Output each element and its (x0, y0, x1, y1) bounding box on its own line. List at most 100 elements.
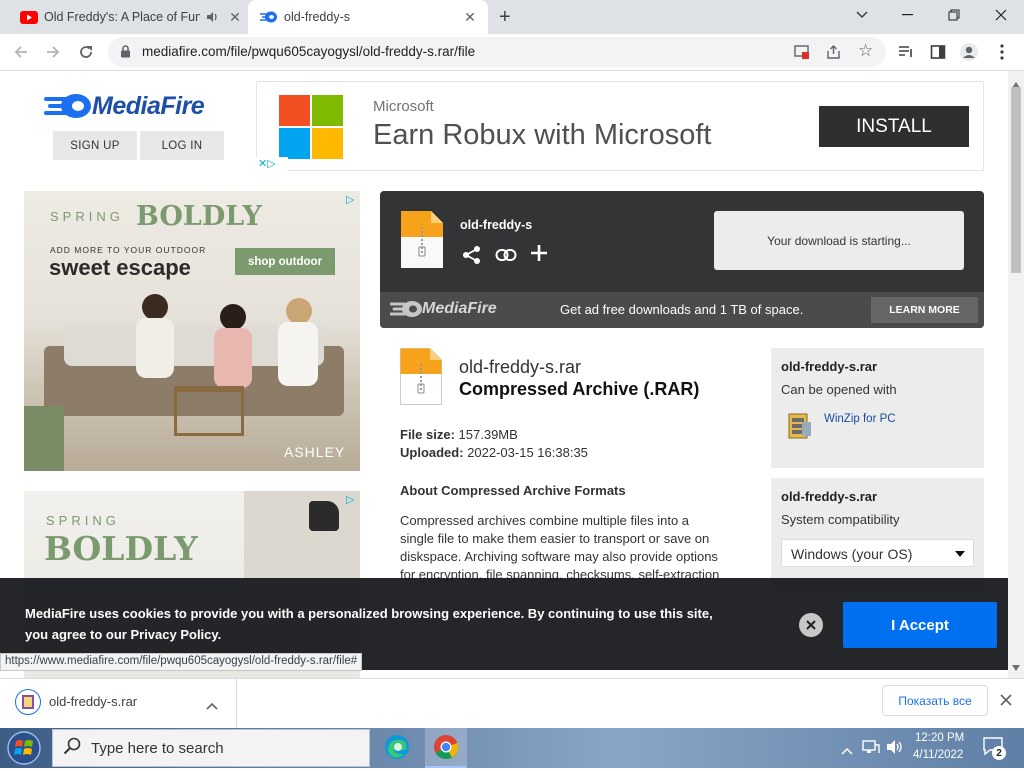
side-panel-icon[interactable] (926, 40, 950, 64)
copy-link-icon[interactable] (495, 247, 517, 268)
network-icon[interactable] (862, 739, 880, 760)
notification-center-icon[interactable]: 2 (982, 736, 1008, 762)
speaker-icon[interactable] (205, 10, 219, 27)
ad-line1: ADD MORE TO YOUR OUTDOOR (50, 245, 207, 255)
url-text: mediafire.com/file/pwqu605cayogysl/old-f… (142, 44, 476, 59)
address-bar[interactable]: mediafire.com/file/pwqu605cayogysl/old-f… (108, 37, 886, 67)
download-status-box[interactable]: Your download is starting... (714, 211, 964, 270)
search-icon (63, 737, 81, 760)
scroll-down-icon[interactable] (1012, 658, 1020, 676)
learn-more-button[interactable]: LEARN MORE (871, 297, 978, 323)
menu-kebab-icon[interactable] (990, 40, 1014, 64)
lock-icon[interactable] (120, 45, 131, 63)
tab-title: Old Freddy's: A Place of Fun (44, 10, 200, 24)
close-window-icon[interactable] (978, 0, 1024, 30)
ashley-logo: ASHLEY (284, 444, 346, 460)
ad-choices-icon[interactable]: ▷ (346, 193, 354, 206)
chrome-taskbar-button[interactable] (425, 728, 467, 768)
reload-icon[interactable] (74, 40, 98, 64)
new-tab-icon[interactable]: + (499, 7, 511, 27)
bookmark-star-icon[interactable]: ☆ (858, 42, 873, 60)
mediafire-icon (260, 10, 278, 27)
taskbar: Type here to search 12:20 PM 4/11/2022 2 (0, 728, 1024, 768)
promo-logo-text: MediaFire (422, 300, 497, 317)
volume-icon[interactable] (886, 739, 904, 760)
forward-icon[interactable] (41, 40, 65, 64)
file-size-label: File size: (400, 427, 455, 442)
share-icon[interactable] (462, 245, 482, 270)
uploaded-label: Uploaded: (400, 445, 464, 460)
uploaded-row: Uploaded: 2022-03-15 16:38:35 (400, 445, 588, 460)
close-tab-icon[interactable]: ✕ (462, 9, 478, 25)
accept-button[interactable]: I Accept (843, 602, 997, 648)
open-with-subtitle: Can be opened with (781, 382, 897, 397)
zip-file-icon (401, 211, 443, 268)
compat-filename: old-freddy-s.rar (781, 489, 878, 504)
winzip-link[interactable]: WinZip for PC (824, 413, 896, 425)
file-size-row: File size: 157.39MB (400, 427, 518, 442)
chevron-up-icon[interactable] (206, 697, 218, 715)
ad-photo (244, 491, 360, 581)
sign-up-button[interactable]: SIGN UP (53, 131, 137, 160)
cookie-close-icon[interactable] (799, 613, 823, 637)
shop-outdoor-button[interactable]: shop outdoor (235, 248, 335, 275)
log-in-button[interactable]: LOG IN (140, 131, 224, 160)
logo-text: MediaFire (92, 92, 205, 120)
tab-mediafire[interactable]: old-freddy-s ✕ (248, 0, 488, 34)
show-all-button[interactable]: Показать все (882, 685, 988, 716)
microsoft-logo-icon (279, 95, 343, 159)
open-with-filename: old-freddy-s.rar (781, 359, 878, 374)
scroll-thumb[interactable] (1011, 87, 1021, 273)
open-with-box: old-freddy-s.rar Can be opened with WinZ… (771, 348, 984, 468)
top-banner-ad[interactable]: Microsoft Earn Robux with Microsoft INST… (256, 81, 984, 171)
promo-text: Get ad free downloads and 1 TB of space. (560, 302, 804, 317)
os-select[interactable]: Windows (your OS) (781, 539, 974, 567)
notification-count: 2 (992, 746, 1006, 760)
profile-avatar-icon[interactable] (957, 40, 981, 64)
clock-date[interactable]: 4/11/2022 (913, 749, 963, 761)
start-button[interactable] (6, 730, 42, 766)
close-tab-icon[interactable]: ✕ (227, 9, 243, 25)
tab-youtube[interactable]: Old Freddy's: A Place of Fun ✕ (8, 0, 246, 34)
uploaded-value: 2022-03-15 16:38:35 (467, 445, 588, 460)
tab-search-icon[interactable] (839, 0, 885, 30)
page-scrollbar[interactable] (1008, 71, 1024, 678)
ad-headline: BOLDLY (44, 529, 198, 568)
file-type: Compressed Archive (.RAR) (459, 379, 700, 399)
side-ad-ashley[interactable]: SPRING BOLDLY ADD MORE TO YOUR OUTDOOR s… (24, 191, 360, 471)
ad-line2: sweet escape (49, 255, 191, 280)
edge-icon[interactable] (382, 732, 412, 762)
ad-choices-icon[interactable]: ▷ (346, 493, 354, 506)
tab-title: old-freddy-s (284, 10, 350, 24)
ad-brand: Microsoft (373, 98, 434, 115)
youtube-icon (20, 11, 38, 24)
download-item[interactable]: old-freddy-s.rar (0, 679, 237, 728)
ad-choices-icon[interactable]: ✕▷ (256, 157, 288, 171)
mediafire-logo[interactable]: MediaFire (44, 91, 226, 123)
clock-time[interactable]: 12:20 PM (915, 732, 964, 744)
download-panel: old-freddy-s Your download is starting..… (380, 191, 984, 328)
rar-file-icon (15, 689, 41, 720)
winzip-icon (787, 410, 813, 445)
back-icon[interactable] (9, 40, 33, 64)
ad-headline: BOLDLY (136, 201, 262, 232)
chevron-up-tray-icon[interactable] (841, 742, 853, 760)
promo-bar: MediaFire Get ad free downloads and 1 TB… (380, 292, 984, 328)
promo-logo (389, 298, 424, 320)
download-filename: old-freddy-s.rar (49, 694, 138, 709)
minimize-icon[interactable] (885, 0, 931, 30)
search-placeholder: Type here to search (91, 739, 224, 757)
download-status: Your download is starting... (767, 233, 911, 248)
share-icon[interactable] (826, 44, 842, 65)
cookie-text: MediaFire uses cookies to provide you wi… (25, 606, 713, 642)
site-permission-icon[interactable] (794, 44, 810, 65)
horse-statue-icon (309, 501, 339, 531)
reading-list-icon[interactable] (894, 40, 918, 64)
install-button[interactable]: INSTALL (819, 106, 969, 147)
tab-strip: Old Freddy's: A Place of Fun ✕ old-fredd… (0, 0, 1024, 34)
close-download-bar-icon[interactable] (1000, 693, 1012, 711)
restore-icon[interactable] (931, 0, 977, 30)
ad-headline: Earn Robux with Microsoft (373, 119, 712, 151)
add-icon[interactable] (530, 244, 548, 267)
taskbar-search[interactable]: Type here to search (52, 729, 370, 767)
